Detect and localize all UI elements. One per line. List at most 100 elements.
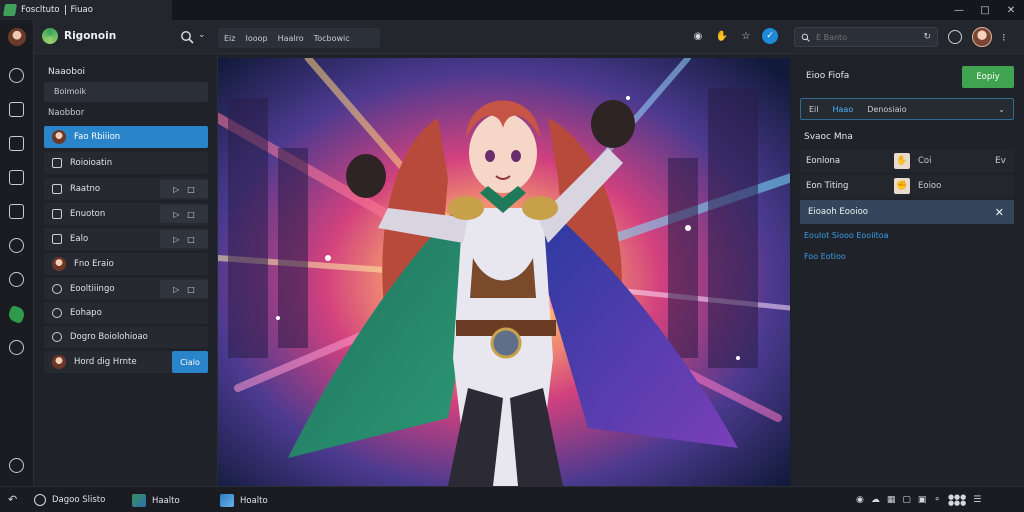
title-group: Foscltuto Fiuao — [0, 0, 172, 20]
breadcrumb-item[interactable]: Haalro — [278, 34, 304, 43]
list-item[interactable]: Dogro Boiolohioao — [44, 326, 208, 348]
frame-icon[interactable]: □ — [187, 210, 195, 219]
window-controls: — □ ✕ — [946, 0, 1024, 20]
status-item[interactable]: Haalto — [132, 494, 180, 507]
list-item[interactable]: Enuoton ▷ □ — [44, 203, 208, 225]
notification-icon[interactable] — [948, 30, 962, 44]
grid-icon[interactable]: ▦ — [887, 495, 896, 505]
list-item[interactable]: Hord dig Hrnte Cialo — [44, 351, 208, 373]
book-icon[interactable] — [9, 170, 24, 185]
refresh-icon[interactable]: ↻ — [923, 32, 931, 42]
play-icon[interactable]: ▷ — [173, 210, 179, 219]
status-item[interactable]: Hoalto — [220, 494, 268, 507]
status-label: Haalto — [152, 495, 180, 506]
layers-panel: Naaoboi Boimoik Naobbor Fao Rbiiion Roio… — [34, 54, 218, 486]
breadcrumb-item[interactable]: Iooop — [245, 34, 267, 43]
list-item-label: Fao Rbiiion — [74, 132, 121, 142]
document-title: Fiuao — [70, 5, 93, 15]
close-icon[interactable]: ✕ — [995, 206, 1004, 219]
network-icon[interactable]: ⚬ — [933, 495, 941, 505]
list-item[interactable]: Fao Rbiiion — [44, 126, 208, 148]
square-icon — [52, 209, 62, 219]
play-icon[interactable]: ▷ — [173, 185, 179, 194]
highlighted-row[interactable]: Eioaoh Eooioo ✕ — [800, 200, 1014, 224]
filter-input[interactable]: Boimoik — [44, 82, 208, 102]
folder-icon[interactable] — [9, 204, 24, 219]
like-icon[interactable]: ✋ — [714, 28, 730, 44]
frame-icon[interactable]: □ — [187, 285, 195, 294]
breadcrumb-item[interactable]: Tocbowic — [314, 34, 350, 43]
property-row[interactable]: Eon Titing ✊ Eoioo — [800, 175, 1014, 197]
link[interactable]: Eoulot Siooo Eooiitoa — [804, 231, 889, 240]
undo-icon[interactable]: ↶ — [8, 493, 17, 506]
leaf-icon[interactable] — [6, 304, 27, 325]
home-icon[interactable] — [9, 136, 24, 151]
create-button[interactable]: Cialo — [172, 351, 208, 373]
apply-button[interactable]: Eopiy — [962, 66, 1014, 88]
window-icon[interactable]: ▣ — [918, 495, 927, 505]
user-avatar[interactable] — [8, 28, 26, 46]
layers-icon[interactable] — [9, 102, 24, 117]
app-logo-icon — [2, 4, 18, 16]
list-item[interactable]: Roioioatin — [44, 152, 208, 174]
search-icon — [801, 33, 810, 42]
minimize-icon[interactable]: — — [946, 0, 972, 20]
frame-icon[interactable]: □ — [187, 235, 195, 244]
notifications-icon[interactable]: ☰ — [973, 495, 981, 505]
clock-icon[interactable] — [9, 238, 24, 253]
property-value: Eoioo — [918, 181, 942, 191]
list-item[interactable]: Fno Eraio — [44, 253, 208, 275]
maximize-icon[interactable]: □ — [972, 0, 998, 20]
moon-icon[interactable] — [9, 340, 24, 355]
compass-icon[interactable] — [9, 68, 24, 83]
status-tray: ◉ ☁ ▦ ▢ ▣ ⚬ ●●● ●●● ☰ — [856, 494, 981, 507]
glove-swatch-icon[interactable]: ✊ — [894, 178, 910, 194]
check-icon[interactable]: ✓ — [762, 28, 778, 44]
top-search-box[interactable]: ↻ — [794, 27, 938, 47]
section-title: Svaoc Mna — [804, 132, 853, 142]
row-actions: ▷ □ — [160, 205, 208, 223]
thumbnail — [52, 355, 66, 369]
breadcrumb-item[interactable]: Eiz — [224, 34, 235, 43]
settings-icon[interactable] — [9, 458, 24, 473]
frame-icon[interactable]: □ — [187, 185, 195, 194]
more-icon[interactable]: ⁝ — [1002, 31, 1006, 44]
artwork-image — [218, 58, 790, 486]
play-icon[interactable]: ▷ — [173, 235, 179, 244]
select-active-option[interactable]: Haao — [833, 105, 854, 114]
artwork-canvas[interactable] — [218, 58, 790, 486]
play-icon[interactable]: ▷ — [173, 285, 179, 294]
chat-icon[interactable]: ▢ — [902, 495, 911, 505]
status-label: Hoalto — [240, 495, 268, 506]
list-item[interactable]: Eohapo — [44, 302, 208, 324]
toolbar-actions: ◉ ✋ ☆ ✓ — [690, 28, 778, 44]
property-end[interactable]: Ev — [995, 156, 1006, 166]
record-icon[interactable]: ◉ — [690, 28, 706, 44]
link[interactable]: Foo Eotioo — [804, 252, 846, 261]
select-prefix: Eil — [809, 104, 819, 114]
hand-swatch-icon[interactable]: ✋ — [894, 153, 910, 169]
status-item[interactable]: Dagoo Slisto — [34, 494, 105, 506]
circle-icon — [52, 308, 62, 318]
cloud-icon[interactable]: ☁ — [871, 495, 880, 505]
mode-select[interactable]: Eil Haao Denosiaio ⌄ — [800, 98, 1014, 120]
chevron-down-icon[interactable]: ⌄ — [998, 105, 1005, 114]
select-option[interactable]: Denosiaio — [867, 105, 906, 114]
plugin-icon[interactable] — [9, 272, 24, 287]
project-switcher[interactable]: Rigonoin — [42, 28, 116, 44]
square-icon — [52, 158, 62, 168]
circle-icon — [34, 494, 46, 506]
property-row[interactable]: Eonlona ✋ Coi Ev — [800, 150, 1014, 172]
list-item[interactable]: Eooltiiingo ▷ □ — [44, 278, 208, 300]
chevron-down-icon[interactable]: ⌄ — [198, 30, 206, 40]
title-separator — [64, 5, 66, 15]
profile-avatar[interactable] — [972, 27, 992, 47]
search-icon[interactable] — [180, 30, 194, 44]
search-input[interactable] — [816, 32, 912, 42]
list-item-label: Fno Eraio — [74, 259, 114, 269]
list-item[interactable]: Raatno ▷ □ — [44, 178, 208, 200]
sync-icon[interactable]: ◉ — [856, 495, 864, 505]
list-item[interactable]: Ealo ▷ □ — [44, 228, 208, 250]
close-icon[interactable]: ✕ — [998, 0, 1024, 20]
star-icon[interactable]: ☆ — [738, 28, 754, 44]
